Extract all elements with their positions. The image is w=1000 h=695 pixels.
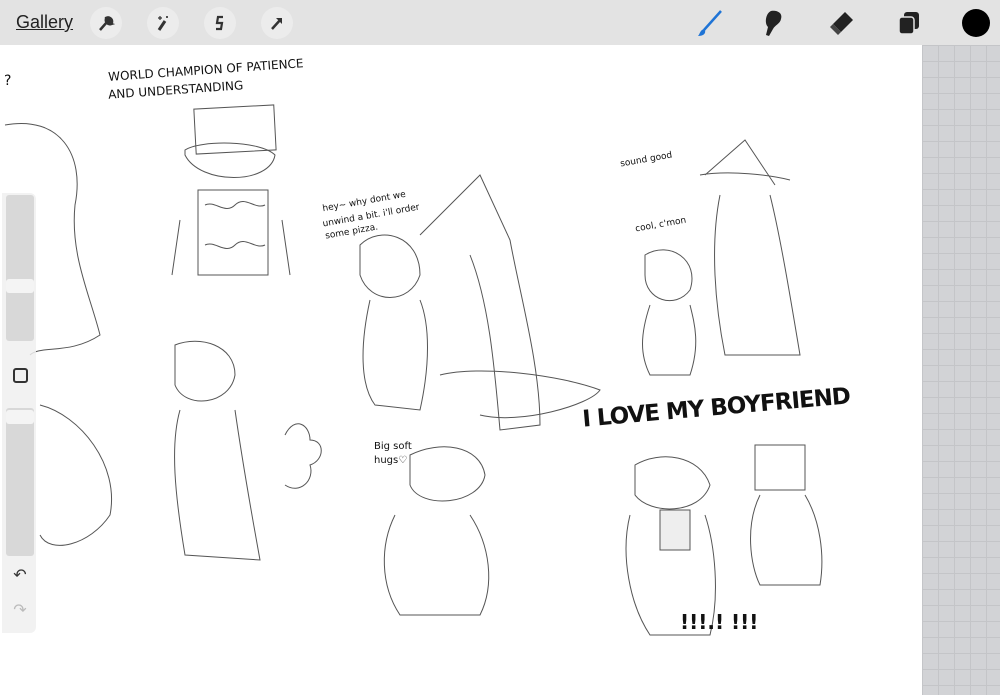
annotation-question: ? (4, 73, 12, 89)
eraser-icon (830, 12, 853, 35)
sidebar: ↶ ↷ (2, 193, 36, 633)
annotation-hugs-1: Big soft (374, 441, 412, 452)
opacity-slider[interactable] (6, 408, 34, 556)
actions-button[interactable] (90, 7, 122, 39)
brush-button[interactable] (695, 8, 725, 38)
gallery-button[interactable]: Gallery (16, 12, 73, 33)
annotation-exclamations: !!!.! !!! (680, 610, 759, 634)
redo-button[interactable]: ↷ (10, 600, 30, 620)
annotation-hugs-2: hugs♡ (374, 455, 408, 466)
magic-wand-icon (157, 16, 168, 31)
selection-icon (215, 15, 224, 31)
redo-icon: ↷ (13, 602, 27, 619)
brush-icon (698, 10, 722, 36)
smudge-button[interactable] (759, 8, 789, 38)
layers-button[interactable] (894, 8, 924, 38)
opacity-handle[interactable] (6, 410, 34, 424)
wrench-icon (99, 16, 115, 31)
smudge-icon (765, 10, 782, 36)
transform-button[interactable] (261, 7, 293, 39)
layers-icon (898, 12, 919, 35)
drawing-canvas[interactable]: ? WORLD CHAMPION OF PATIENCE AND UNDERST… (0, 45, 922, 695)
modify-button[interactable] (10, 365, 30, 385)
undo-button[interactable]: ↶ (10, 565, 30, 585)
transform-arrow-icon (271, 18, 282, 30)
square-icon (12, 367, 28, 383)
canvas-background-grid (922, 45, 1000, 695)
brush-size-slider[interactable] (6, 195, 34, 341)
eraser-button[interactable] (827, 8, 857, 38)
color-picker-button[interactable] (962, 9, 990, 37)
top-toolbar: Gallery (0, 0, 1000, 45)
brush-size-handle[interactable] (6, 279, 34, 293)
undo-icon: ↶ (13, 567, 27, 584)
sketch-strokes (4, 104, 823, 636)
selection-button[interactable] (204, 7, 236, 39)
adjustments-button[interactable] (147, 7, 179, 39)
